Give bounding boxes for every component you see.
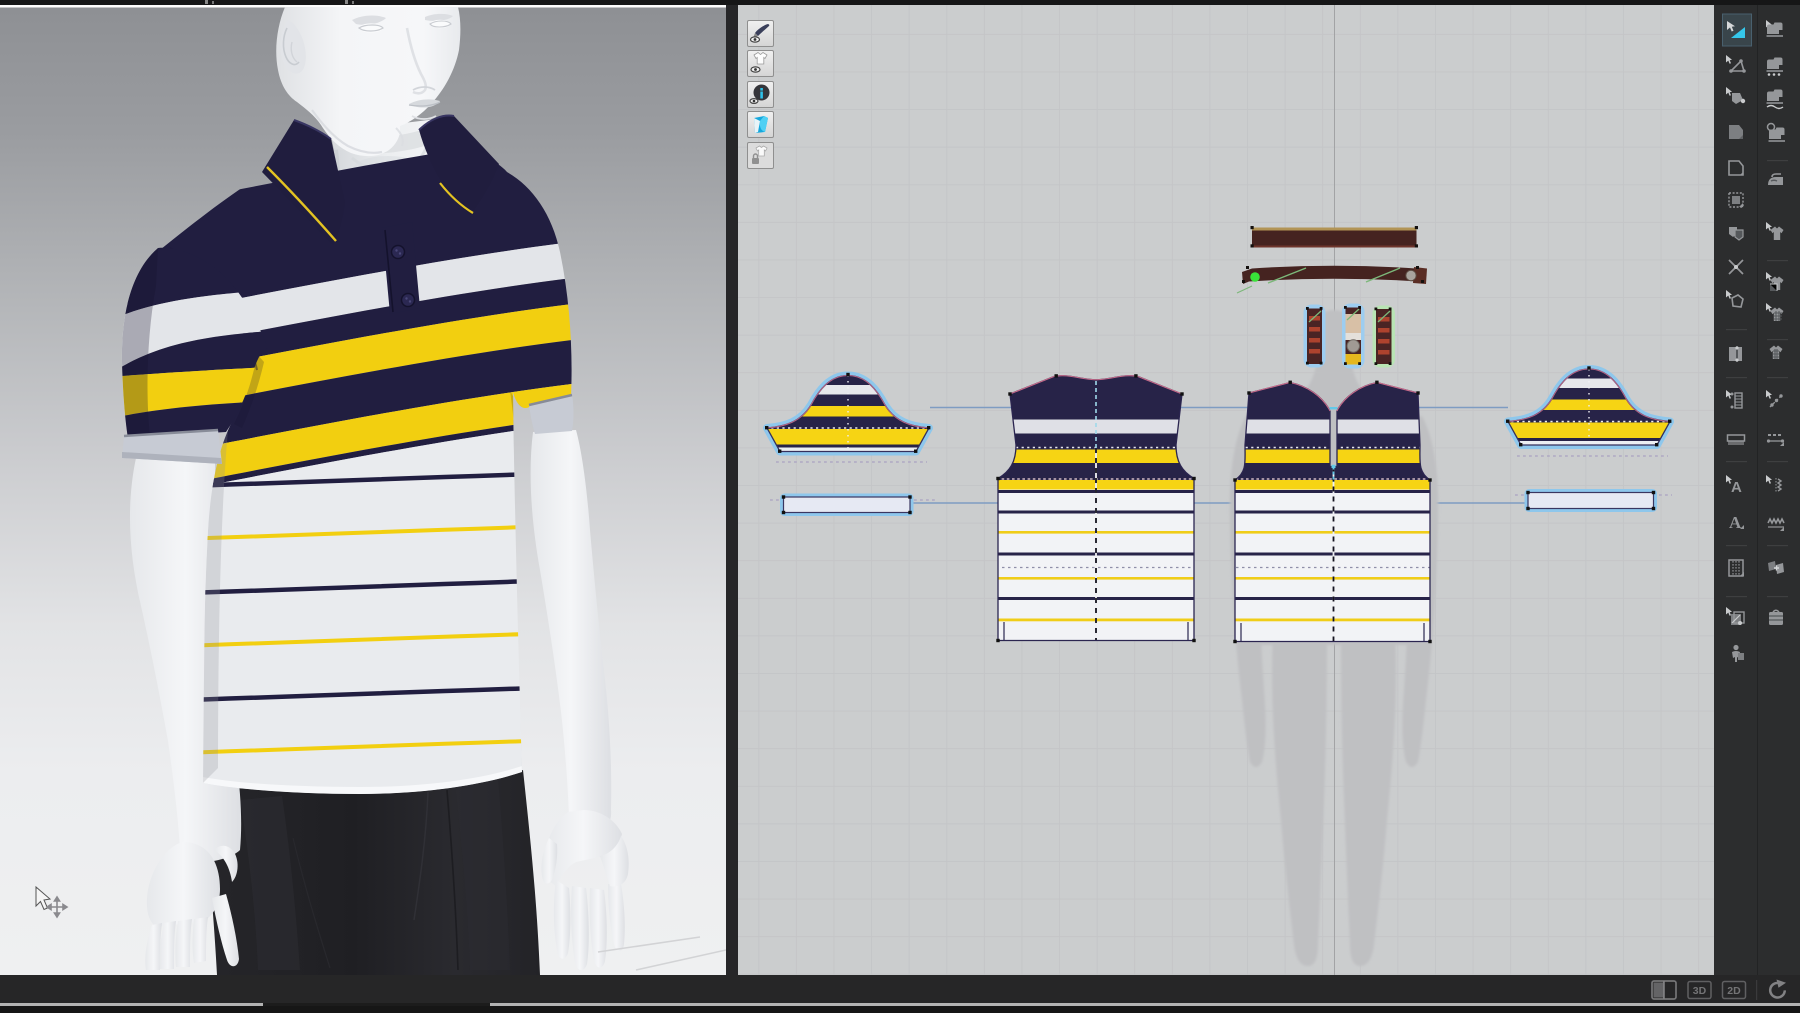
svg-text:3D: 3D (1693, 985, 1707, 997)
svg-text:2D: 2D (1727, 985, 1741, 997)
